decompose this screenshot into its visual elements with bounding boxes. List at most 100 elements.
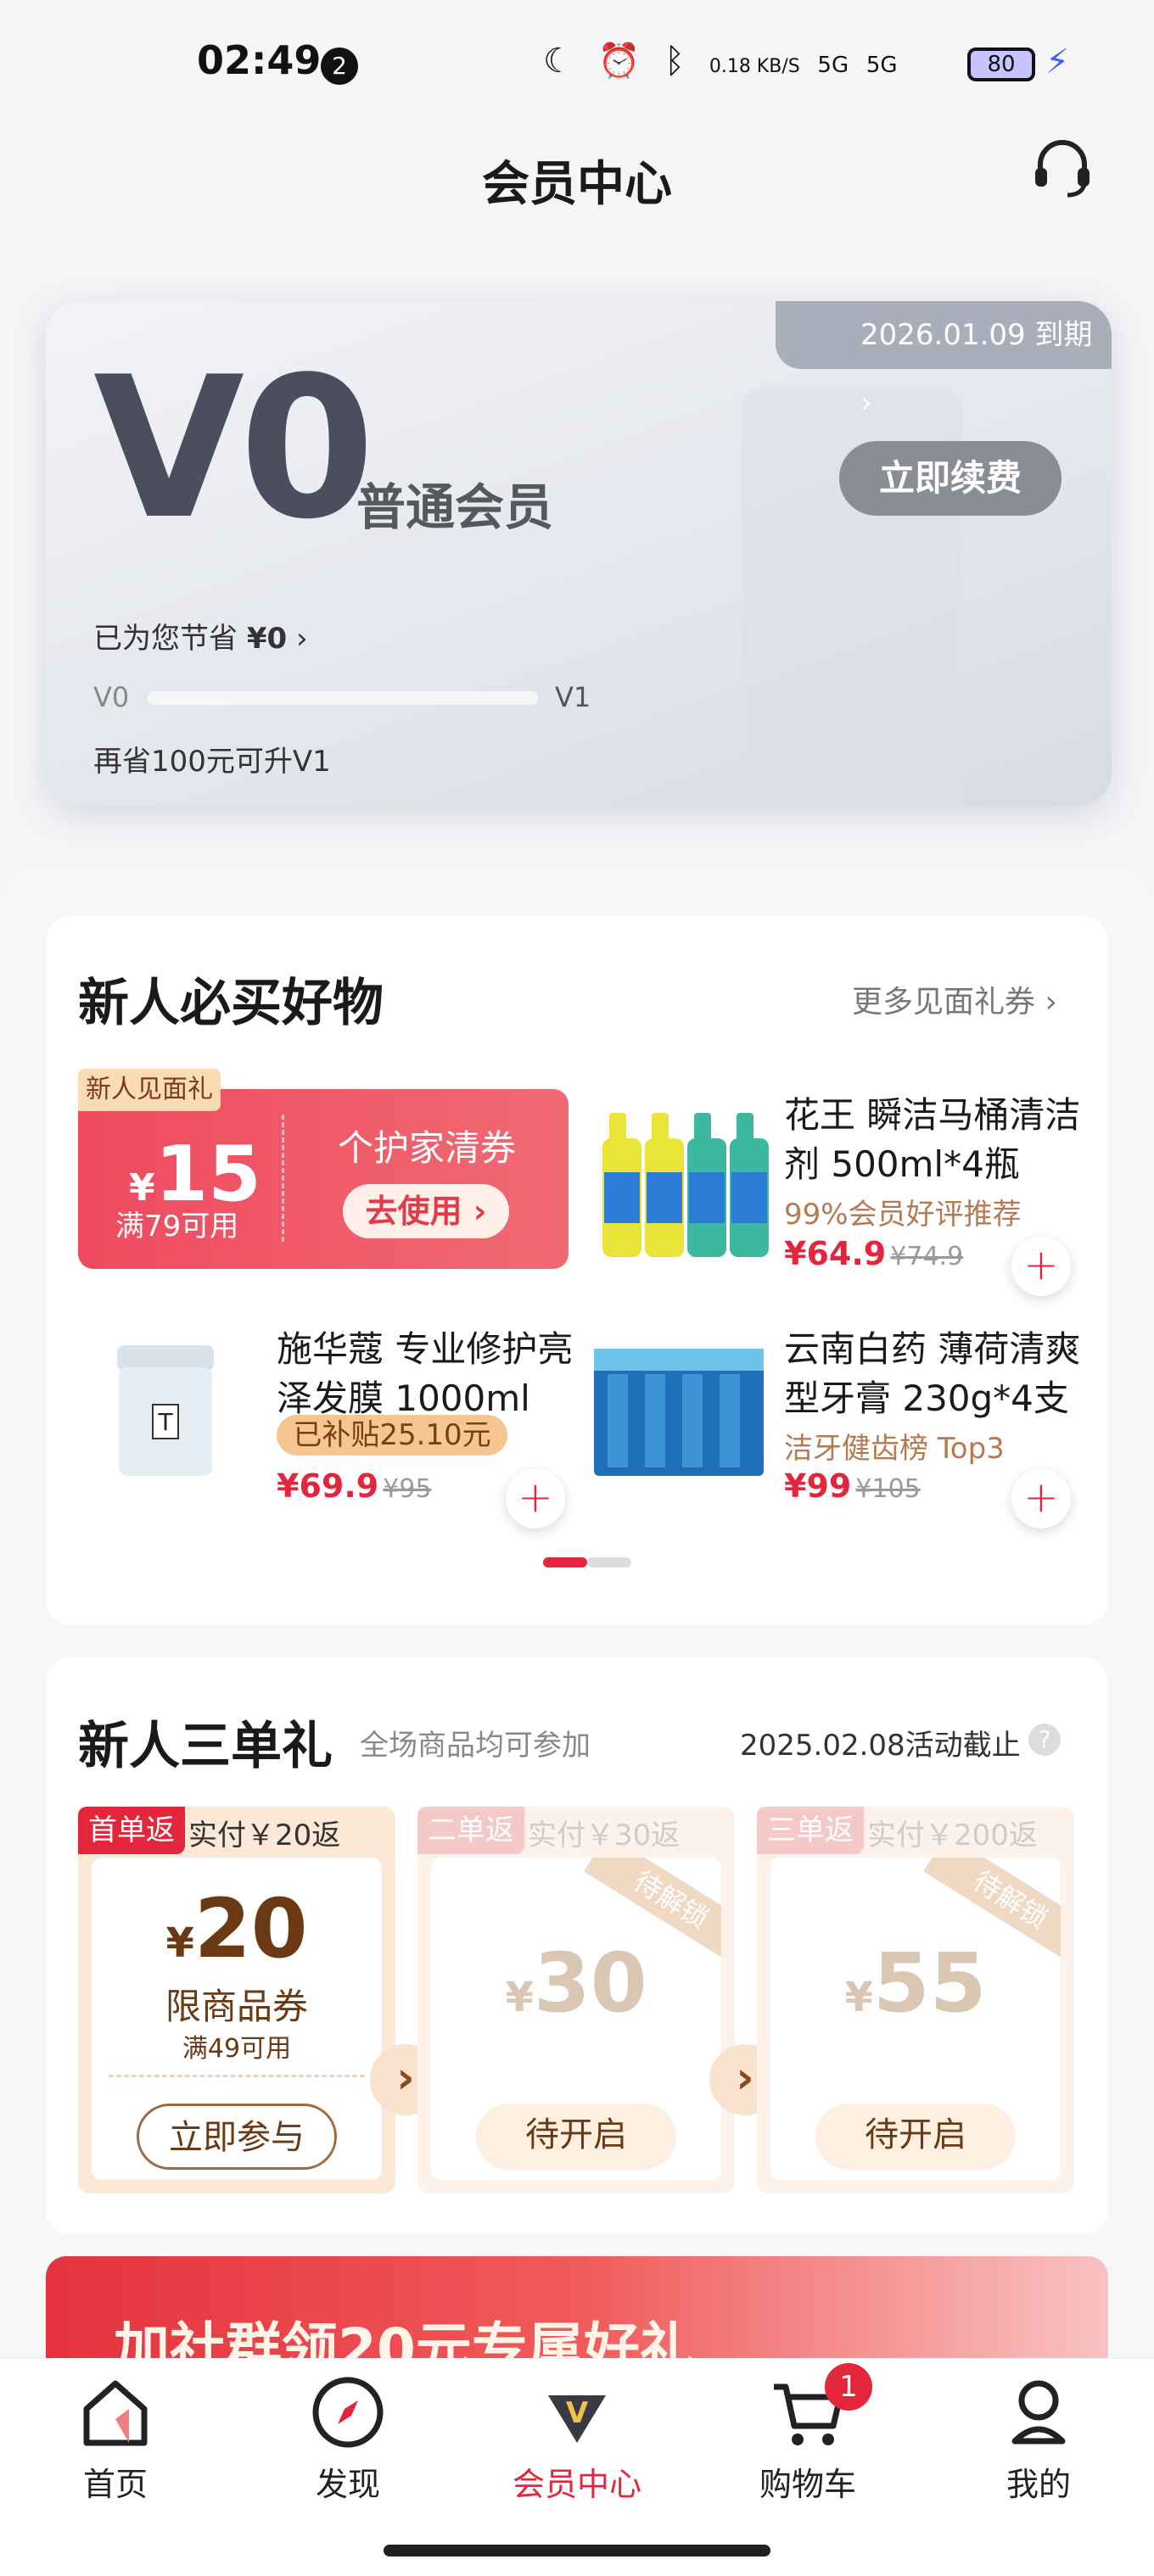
order-currency: ¥ [844, 1974, 873, 2021]
coupon-tag: 新人见面礼 [78, 1069, 221, 1111]
carousel-indicator-active [543, 1557, 587, 1567]
order-value: 55 [872, 1936, 987, 2031]
order-inner: 待解锁 ¥55 待开启 [770, 1858, 1061, 2180]
tab-label: 发现 [315, 2466, 380, 2503]
order-card-third[interactable]: 三单返 实付￥200返 待解锁 ¥55 待开启 [757, 1807, 1074, 2193]
order-card-first[interactable]: 首单返 实付￥20返 ¥20 限商品券 满49可用 立即参与 [78, 1807, 395, 2193]
carousel-indicator [587, 1557, 631, 1567]
product-subtitle: 99%会员好评推荐 [784, 1198, 1022, 1232]
add-to-cart-button[interactable]: + [506, 1469, 565, 1528]
join-now-button[interactable]: 立即参与 [137, 2104, 337, 2170]
three-orders-title: 新人三单礼 [78, 1717, 333, 1776]
cart-count-badge: 1 [825, 2363, 872, 2411]
pending-button[interactable]: 待开启 [815, 2104, 1016, 2170]
home-indicator [384, 2545, 770, 2556]
tab-label: 我的 [1006, 2466, 1071, 2503]
order-tag: 首单返 [78, 1807, 185, 1854]
promo-banner[interactable]: 加社群领20元专属好礼 [46, 2256, 1108, 2358]
tab-member-center[interactable]: V 会员中心 [492, 2370, 662, 2505]
order-paid-condition: 实付￥30返 [528, 1819, 681, 1852]
vip-icon: V [535, 2370, 619, 2455]
use-coupon-button[interactable]: 去使用 › [343, 1184, 509, 1238]
order-coupon-type: 限商品券 [165, 1986, 308, 2027]
subsidy-badge: 已补贴25.10元 [277, 1415, 507, 1456]
product-subtitle: 洁牙健齿榜 Top3 [784, 1432, 1005, 1466]
status-icons: ☾ ⏰ ᛒ 0.18 KB/S 5G 5G [543, 41, 898, 81]
tab-profile[interactable]: 我的 [954, 2370, 1123, 2505]
order-inner: 待解锁 ¥30 待开启 [431, 1858, 721, 2180]
add-to-cart-button[interactable]: + [1011, 1237, 1071, 1296]
tab-home[interactable]: 首页 [31, 2370, 200, 2505]
order-card-second[interactable]: 二单返 实付￥30返 待解锁 ¥30 待开启 [417, 1807, 735, 2193]
product-price: ¥69.9 [277, 1467, 379, 1505]
help-icon[interactable]: ? [1028, 1724, 1061, 1756]
order-condition: 满49可用 [182, 2034, 292, 2064]
order-value: 30 [533, 1936, 647, 2031]
promo-banner-text: 加社群领20元专属好礼 [114, 2316, 696, 2358]
product-price-row: ¥69.9 ¥95 [277, 1467, 432, 1505]
order-tag: 三单返 [757, 1807, 864, 1854]
order-currency: ¥ [505, 1974, 534, 2021]
three-orders-subtitle: 全场商品均可参加 [360, 1729, 591, 1763]
upgrade-hint: 再省100元可升V1 [93, 745, 331, 779]
status-bar: 02:49 2 ☾ ⏰ ᛒ 0.18 KB/S 5G 5G 80 ⚡ [0, 0, 1154, 136]
product-title[interactable]: 施华蔻 专业修护亮泽发膜 1000ml [277, 1325, 591, 1423]
newcomer-section-title: 新人必买好物 [78, 974, 384, 1033]
product-image-toothpaste[interactable] [585, 1332, 776, 1484]
product-old-price: ¥105 [855, 1474, 921, 1504]
level-progress-bar [148, 691, 538, 705]
product-old-price: ¥74.9 [890, 1242, 964, 1271]
compass-icon [305, 2370, 390, 2455]
tab-discover[interactable]: 发现 [263, 2370, 433, 2505]
svg-text:T: T [157, 1408, 173, 1436]
product-image-hair-mask[interactable]: T [110, 1337, 221, 1481]
savings-amount: ¥0 [246, 622, 288, 656]
headset-icon[interactable] [1028, 134, 1096, 202]
savings-link[interactable]: 已为您节省 ¥0 › [93, 615, 308, 657]
order-inner: ¥20 限商品券 满49可用 立即参与 [92, 1858, 382, 2180]
profile-icon [996, 2370, 1081, 2455]
renew-button[interactable]: 立即续费 [839, 441, 1062, 516]
product-price: ¥64.9 [784, 1235, 887, 1272]
tab-label: 会员中心 [512, 2466, 641, 2503]
product-price-row: ¥64.9 ¥74.9 [784, 1235, 963, 1272]
status-time: 02:49 [197, 37, 322, 83]
member-level: V0 [93, 336, 375, 562]
signal-icon: 5G [817, 53, 849, 78]
expiry-link[interactable]: 2026.01.09 到期 › [776, 301, 1112, 420]
coupon-title: 个护家清券 [338, 1127, 517, 1169]
charging-icon: ⚡ [1045, 42, 1070, 81]
progress-end-label: V1 [555, 681, 591, 713]
coupon-condition: 满79可用 [115, 1210, 239, 1243]
signal-icon-2: 5G [866, 53, 898, 78]
order-tag: 二单返 [417, 1807, 524, 1854]
product-title[interactable]: 花王 瞬洁马桶清洁剂 500ml*4瓶 [784, 1091, 1090, 1189]
chevron-right-icon: › [295, 622, 308, 656]
product-old-price: ¥95 [383, 1474, 432, 1504]
notification-badge: 2 [321, 47, 358, 85]
savings-label: 已为您节省 [93, 622, 238, 656]
product-image-toilet-cleaner[interactable] [594, 1096, 776, 1266]
add-to-cart-button[interactable]: + [1011, 1469, 1071, 1528]
order-currency: ¥ [165, 1919, 194, 1967]
net-speed: 0.18 KB/S [709, 56, 800, 77]
order-amount: ¥30 [431, 1942, 721, 2024]
alarm-icon: ⏰ [597, 42, 647, 81]
order-amount: ¥55 [770, 1942, 1061, 2024]
product-price: ¥99 [784, 1467, 852, 1505]
moon-icon: ☾ [543, 42, 580, 81]
order-paid-condition: 实付￥20返 [188, 1819, 341, 1852]
member-card: 2026.01.09 到期 › V0 普通会员 立即续费 已为您节省 ¥0 › … [46, 301, 1112, 806]
progress-start-label: V0 [93, 681, 130, 713]
deadline-text: 2025.02.08活动截止 [740, 1729, 1021, 1763]
order-divider [109, 2075, 365, 2077]
order-value: 20 [193, 1881, 308, 1976]
tab-label: 购物车 [759, 2466, 856, 2503]
pending-button[interactable]: 待开启 [476, 2104, 676, 2170]
coupon-divider [282, 1115, 284, 1242]
newcomer-coupon[interactable]: 新人见面礼 ¥15 满79可用 个护家清券 去使用 › [78, 1069, 569, 1269]
order-paid-condition: 实付￥200返 [867, 1819, 1038, 1852]
tab-label: 首页 [82, 2466, 148, 2503]
more-coupons-link[interactable]: 更多见面礼券 › [852, 977, 1057, 1021]
product-title[interactable]: 云南白药 薄荷清爽型牙膏 230g*4支 [784, 1325, 1100, 1423]
